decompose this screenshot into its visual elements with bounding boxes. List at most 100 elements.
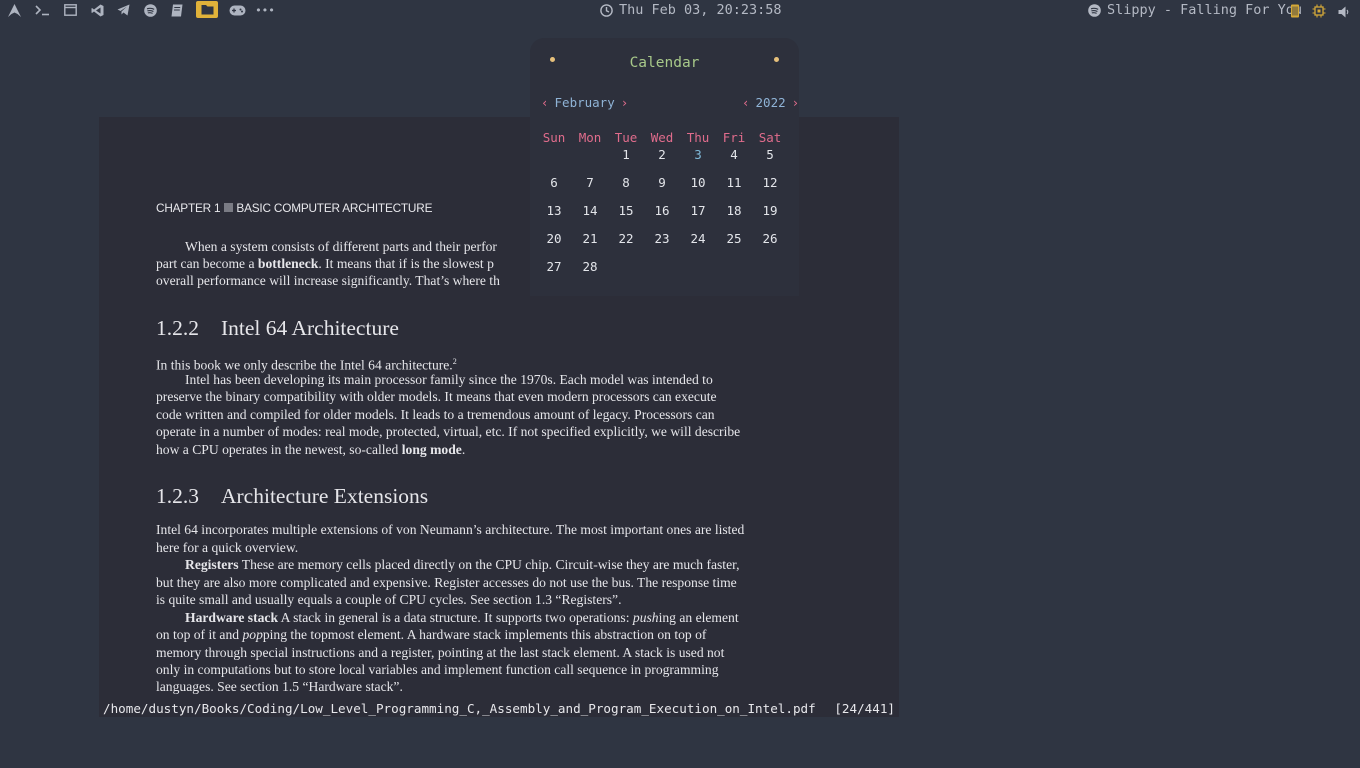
chapter-header: CHAPTER 1 BASIC COMPUTER ARCHITECTURE bbox=[156, 200, 432, 217]
section-number: 1.2.3 bbox=[156, 484, 199, 508]
paragraph-line: Hardware stack A stack in general is a d… bbox=[156, 609, 739, 626]
separator-square bbox=[224, 203, 234, 212]
section-number: 1.2.2 bbox=[156, 316, 199, 340]
clock[interactable]: Thu Feb 03, 20:23:58 bbox=[600, 2, 782, 18]
section-heading: 1.2.3 Architecture Extensions bbox=[156, 485, 428, 507]
text-run: ing an element bbox=[658, 610, 739, 625]
text-run: on top of it and bbox=[156, 627, 243, 642]
paragraph-line: only in computations but to store local … bbox=[156, 662, 719, 677]
paragraph-line: operate in a number of modes: real mode,… bbox=[156, 424, 741, 439]
calendar-day[interactable]: 25 bbox=[716, 231, 752, 246]
calendar-day[interactable]: 17 bbox=[680, 203, 716, 218]
text-run: These are memory cells placed directly o… bbox=[238, 557, 740, 572]
gamepad-icon[interactable] bbox=[228, 2, 246, 18]
paragraph-line: languages. See section 1.5 “Hardware sta… bbox=[156, 679, 403, 694]
arch-logo-icon[interactable] bbox=[7, 2, 21, 18]
paragraph-line: Intel 64 incorporates multiple extension… bbox=[156, 522, 745, 537]
chapter-title: BASIC COMPUTER ARCHITECTURE bbox=[236, 201, 433, 215]
calendar-day[interactable]: 22 bbox=[608, 231, 644, 246]
calendar-day[interactable]: 27 bbox=[536, 259, 572, 274]
chapter-label: CHAPTER 1 bbox=[156, 201, 221, 215]
calendar-day[interactable]: 15 bbox=[608, 203, 644, 218]
paragraph-line: Registers These are memory cells placed … bbox=[156, 556, 739, 573]
calendar-day[interactable]: 16 bbox=[644, 203, 680, 218]
folder-icon[interactable] bbox=[196, 1, 218, 18]
text-run: . It means that if is the slowest p bbox=[318, 256, 494, 271]
prev-year-button[interactable]: ‹ bbox=[738, 95, 754, 110]
paragraph-line: but they are also more complicated and e… bbox=[156, 575, 737, 590]
calendar-day[interactable]: 8 bbox=[608, 175, 644, 190]
now-playing[interactable]: Slippy - Falling For You bbox=[1088, 2, 1302, 18]
paragraph-line: memory through special instructions and … bbox=[156, 645, 725, 660]
calendar-day[interactable]: 24 bbox=[680, 231, 716, 246]
text-run: ping the topmost element. A hardware sta… bbox=[262, 627, 707, 642]
calendar-day-today[interactable]: 3 bbox=[680, 147, 716, 162]
calendar-day[interactable]: 14 bbox=[572, 203, 608, 218]
terminal-icon[interactable] bbox=[34, 2, 50, 18]
next-year-button[interactable]: › bbox=[788, 95, 804, 110]
calendar-day[interactable]: 18 bbox=[716, 203, 752, 218]
calendar-day[interactable]: 13 bbox=[536, 203, 572, 218]
month-selector: ‹ February › bbox=[537, 95, 632, 110]
text-run: A stack in general is a data structure. … bbox=[278, 610, 633, 625]
paragraph-line: part can become a bottleneck. It means t… bbox=[156, 255, 494, 272]
calendar-day[interactable]: 12 bbox=[752, 175, 788, 190]
vscode-icon[interactable] bbox=[90, 2, 104, 18]
prev-month-button[interactable]: ‹ bbox=[537, 95, 553, 110]
paragraph-line: Intel has been developing its main proce… bbox=[185, 372, 713, 387]
italic-term: push bbox=[632, 610, 659, 625]
bold-term: bottleneck bbox=[257, 256, 319, 271]
paragraph-line: on top of it and popping the topmost ele… bbox=[156, 626, 706, 643]
memory-icon[interactable] bbox=[1290, 3, 1300, 22]
weekday-header: Tue bbox=[614, 130, 638, 145]
bold-term: long mode bbox=[401, 442, 462, 457]
calendar-day[interactable]: 23 bbox=[644, 231, 680, 246]
volume-icon[interactable] bbox=[1338, 3, 1350, 22]
calendar-day[interactable]: 20 bbox=[536, 231, 572, 246]
footnote-mark[interactable]: 2 bbox=[453, 357, 457, 366]
cpu-icon[interactable] bbox=[1312, 3, 1326, 22]
file-path: /home/dustyn/Books/Coding/Low_Level_Prog… bbox=[103, 701, 816, 716]
dot-decoration bbox=[774, 57, 779, 62]
calendar-day[interactable]: 6 bbox=[536, 175, 572, 190]
weekday-header: Sat bbox=[758, 130, 782, 145]
calendar-popup: Calendar ‹ February › ‹ 2022 › Sun Mon Tue… bbox=[530, 38, 799, 296]
paragraph-line: code written and compiled for older mode… bbox=[156, 407, 715, 422]
section-heading: 1.2.2 Intel 64 Architecture bbox=[156, 317, 399, 339]
book-icon[interactable] bbox=[170, 2, 184, 18]
calendar-day[interactable]: 5 bbox=[752, 147, 788, 162]
more-icon[interactable]: ••• bbox=[255, 2, 275, 18]
weekday-header: Thu bbox=[686, 130, 710, 145]
calendar-day[interactable]: 7 bbox=[572, 175, 608, 190]
calendar-day[interactable]: 4 bbox=[716, 147, 752, 162]
text-run: . bbox=[461, 442, 466, 457]
weekday-header: Wed bbox=[650, 130, 674, 145]
calendar-day[interactable]: 10 bbox=[680, 175, 716, 190]
weekday-header: Mon bbox=[578, 130, 602, 145]
paragraph-line: is quite small and usually equals a coup… bbox=[156, 592, 622, 607]
section-title: Intel 64 Architecture bbox=[221, 316, 399, 340]
telegram-icon[interactable] bbox=[116, 2, 130, 18]
status-bar: /home/dustyn/Books/Coding/Low_Level_Prog… bbox=[103, 701, 895, 716]
calendar-day[interactable]: 1 bbox=[608, 147, 644, 162]
calendar-day[interactable]: 19 bbox=[752, 203, 788, 218]
spotify-icon[interactable] bbox=[143, 2, 157, 18]
next-month-button[interactable]: › bbox=[617, 95, 633, 110]
clock-icon bbox=[600, 3, 613, 17]
spotify-icon bbox=[1088, 3, 1101, 17]
paragraph-line: When a system consists of different part… bbox=[185, 239, 497, 254]
window-icon[interactable] bbox=[63, 2, 77, 18]
calendar-day[interactable]: 9 bbox=[644, 175, 680, 190]
calendar-day[interactable]: 2 bbox=[644, 147, 680, 162]
calendar-day[interactable]: 11 bbox=[716, 175, 752, 190]
now-playing-text: Slippy - Falling For You bbox=[1107, 2, 1303, 18]
weekday-header: Fri bbox=[722, 130, 746, 145]
section-title: Architecture Extensions bbox=[221, 484, 429, 508]
calendar-day[interactable]: 26 bbox=[752, 231, 788, 246]
year-selector: ‹ 2022 › bbox=[738, 95, 803, 110]
calendar-title: Calendar bbox=[629, 55, 700, 71]
calendar-day[interactable]: 21 bbox=[572, 231, 608, 246]
paragraph-line: here for a quick overview. bbox=[156, 540, 299, 555]
calendar-day[interactable]: 28 bbox=[572, 259, 608, 274]
bold-term: Hardware stack bbox=[185, 610, 279, 625]
